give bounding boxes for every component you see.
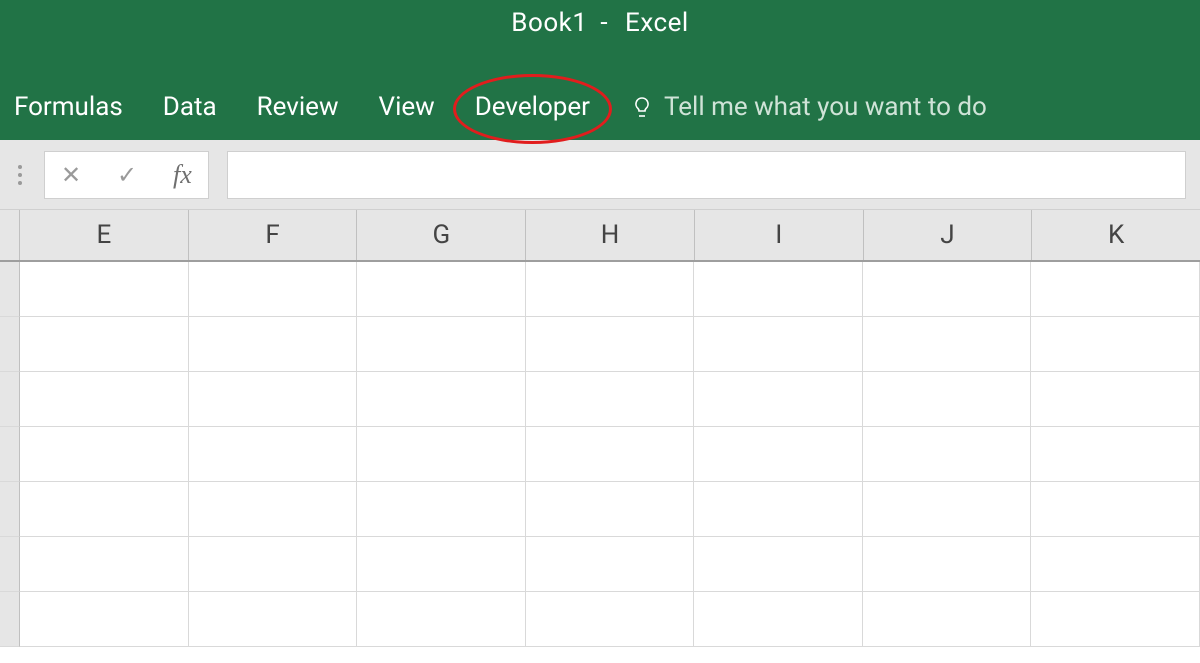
grid-row [0, 262, 1200, 317]
formula-bar: ✕ ✓ fx [0, 140, 1200, 210]
grid-row [0, 372, 1200, 427]
cell[interactable] [526, 317, 695, 372]
title-bar: Book1 - Excel [0, 0, 1200, 38]
formula-bar-menu-icon[interactable] [14, 165, 26, 185]
column-header-g[interactable]: G [357, 210, 526, 260]
cell[interactable] [20, 262, 189, 317]
cell[interactable] [357, 482, 526, 537]
cell[interactable] [20, 427, 189, 482]
cell[interactable] [189, 482, 358, 537]
grid-row [0, 482, 1200, 537]
tell-me-placeholder: Tell me what you want to do [664, 92, 987, 122]
cell[interactable] [863, 317, 1032, 372]
row-header[interactable] [0, 262, 20, 317]
column-header-k[interactable]: K [1032, 210, 1200, 260]
column-header-e[interactable]: E [20, 210, 189, 260]
cell[interactable] [863, 592, 1032, 647]
column-header-i[interactable]: I [695, 210, 864, 260]
cell[interactable] [694, 592, 863, 647]
tab-developer[interactable]: Developer [475, 92, 590, 122]
cell[interactable] [189, 372, 358, 427]
cell[interactable] [357, 317, 526, 372]
row-header[interactable] [0, 317, 20, 372]
tab-view[interactable]: View [379, 92, 435, 122]
cell[interactable] [863, 372, 1032, 427]
cell[interactable] [20, 537, 189, 592]
cell[interactable] [189, 427, 358, 482]
grid-row [0, 317, 1200, 372]
row-header[interactable] [0, 427, 20, 482]
cell[interactable] [863, 482, 1032, 537]
column-header-j[interactable]: J [864, 210, 1033, 260]
title-separator: - [600, 8, 608, 38]
grid-row [0, 537, 1200, 592]
cell[interactable] [1031, 372, 1200, 427]
cell[interactable] [1031, 592, 1200, 647]
cell[interactable] [863, 262, 1032, 317]
cell[interactable] [357, 537, 526, 592]
insert-function-button[interactable]: fx [169, 160, 196, 190]
grid-row [0, 427, 1200, 482]
cell[interactable] [1031, 262, 1200, 317]
cell[interactable] [526, 262, 695, 317]
spreadsheet-grid [0, 262, 1200, 647]
close-icon: ✕ [61, 161, 81, 189]
cell[interactable] [863, 537, 1032, 592]
cell[interactable] [20, 372, 189, 427]
cell[interactable] [694, 262, 863, 317]
lightbulb-icon [630, 95, 654, 119]
cell[interactable] [694, 537, 863, 592]
cancel-formula-button[interactable]: ✕ [57, 161, 85, 189]
cell[interactable] [189, 537, 358, 592]
tab-data[interactable]: Data [163, 92, 217, 122]
cell[interactable] [694, 482, 863, 537]
cell[interactable] [189, 592, 358, 647]
cell[interactable] [1031, 317, 1200, 372]
tell-me-search[interactable]: Tell me what you want to do [630, 92, 987, 122]
enter-formula-button[interactable]: ✓ [113, 161, 141, 189]
cell[interactable] [694, 317, 863, 372]
tab-review[interactable]: Review [257, 92, 339, 122]
workbook-name: Book1 [511, 8, 587, 38]
row-header[interactable] [0, 482, 20, 537]
cell[interactable] [526, 427, 695, 482]
cell[interactable] [357, 372, 526, 427]
cell[interactable] [1031, 537, 1200, 592]
row-header[interactable] [0, 592, 20, 647]
check-icon: ✓ [117, 161, 137, 189]
formula-input[interactable] [227, 151, 1186, 199]
cell[interactable] [20, 482, 189, 537]
column-headers: E F G H I J K [0, 210, 1200, 262]
cell[interactable] [526, 592, 695, 647]
ribbon-tabs: Formulas Data Review View Developer Tell… [0, 92, 987, 122]
row-header[interactable] [0, 372, 20, 427]
cell[interactable] [694, 427, 863, 482]
grid-row [0, 592, 1200, 647]
header: Book1 - Excel Formulas Data Review View … [0, 0, 1200, 140]
row-header[interactable] [0, 537, 20, 592]
cell[interactable] [863, 427, 1032, 482]
cell[interactable] [526, 372, 695, 427]
column-header-f[interactable]: F [189, 210, 358, 260]
cell[interactable] [189, 262, 358, 317]
cell[interactable] [1031, 427, 1200, 482]
tab-formulas[interactable]: Formulas [14, 92, 123, 122]
cell[interactable] [526, 537, 695, 592]
cell[interactable] [189, 317, 358, 372]
cell[interactable] [1031, 482, 1200, 537]
cell[interactable] [20, 317, 189, 372]
app-name: Excel [625, 8, 689, 38]
cell[interactable] [20, 592, 189, 647]
column-header-h[interactable]: H [526, 210, 695, 260]
select-all-corner[interactable] [0, 210, 20, 260]
cell[interactable] [357, 592, 526, 647]
cell[interactable] [694, 372, 863, 427]
cell[interactable] [357, 262, 526, 317]
cell[interactable] [526, 482, 695, 537]
cell[interactable] [357, 427, 526, 482]
formula-bar-buttons: ✕ ✓ fx [44, 151, 209, 199]
